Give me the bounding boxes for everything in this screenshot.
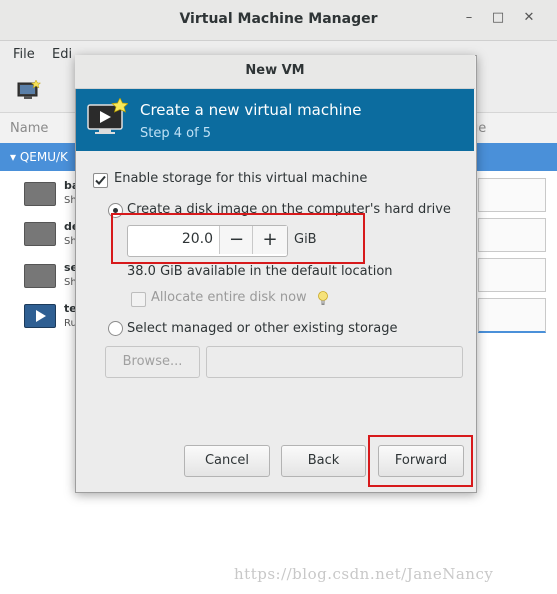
maximize-button[interactable]: □ bbox=[489, 10, 507, 28]
managed-storage-radio[interactable] bbox=[108, 321, 123, 336]
size-highlight-box bbox=[111, 213, 365, 264]
available-space-text: 38.0 GiB available in the default locati… bbox=[127, 264, 393, 279]
allocate-disk-label: Allocate entire disk now bbox=[151, 290, 307, 305]
managed-storage-label: Select managed or other existing storage bbox=[127, 321, 398, 336]
cpu-graph bbox=[478, 298, 546, 333]
new-vm-icon bbox=[86, 97, 129, 138]
browse-button[interactable]: Browse... bbox=[105, 346, 200, 378]
menu-file[interactable]: File bbox=[13, 47, 35, 62]
running-monitor-icon bbox=[24, 304, 56, 328]
forward-highlight-box bbox=[368, 435, 473, 487]
expander-icon[interactable]: ▾ bbox=[10, 150, 20, 164]
new-vm-toolbar-icon[interactable] bbox=[17, 79, 42, 100]
cpu-graph bbox=[478, 258, 546, 292]
menu-edit[interactable]: Edi bbox=[52, 47, 72, 62]
back-button[interactable]: Back bbox=[281, 445, 366, 477]
connection-label: ▾ QEMU/K bbox=[10, 150, 68, 164]
enable-storage-checkbox[interactable] bbox=[93, 173, 108, 188]
enable-storage-label: Enable storage for this virtual machine bbox=[114, 171, 368, 186]
cpu-graph bbox=[478, 178, 546, 212]
banner-title: Create a new virtual machine bbox=[140, 101, 362, 119]
column-name[interactable]: Name bbox=[10, 121, 48, 136]
lightbulb-icon bbox=[316, 290, 330, 306]
cpu-graph bbox=[478, 218, 546, 252]
cancel-button[interactable]: Cancel bbox=[184, 445, 270, 477]
minimize-button[interactable]: – bbox=[460, 10, 478, 28]
storage-path-field[interactable] bbox=[206, 346, 463, 378]
watermark: https://blog.csdn.net/JaneNancy bbox=[234, 565, 494, 583]
close-button[interactable]: ✕ bbox=[520, 10, 538, 28]
wizard-banner bbox=[76, 89, 474, 151]
monitor-icon bbox=[24, 182, 56, 206]
allocate-disk-checkbox[interactable] bbox=[131, 292, 146, 307]
monitor-icon bbox=[24, 222, 56, 246]
banner-step: Step 4 of 5 bbox=[140, 126, 212, 141]
monitor-icon bbox=[24, 264, 56, 288]
dialog-title: New VM bbox=[245, 63, 305, 78]
